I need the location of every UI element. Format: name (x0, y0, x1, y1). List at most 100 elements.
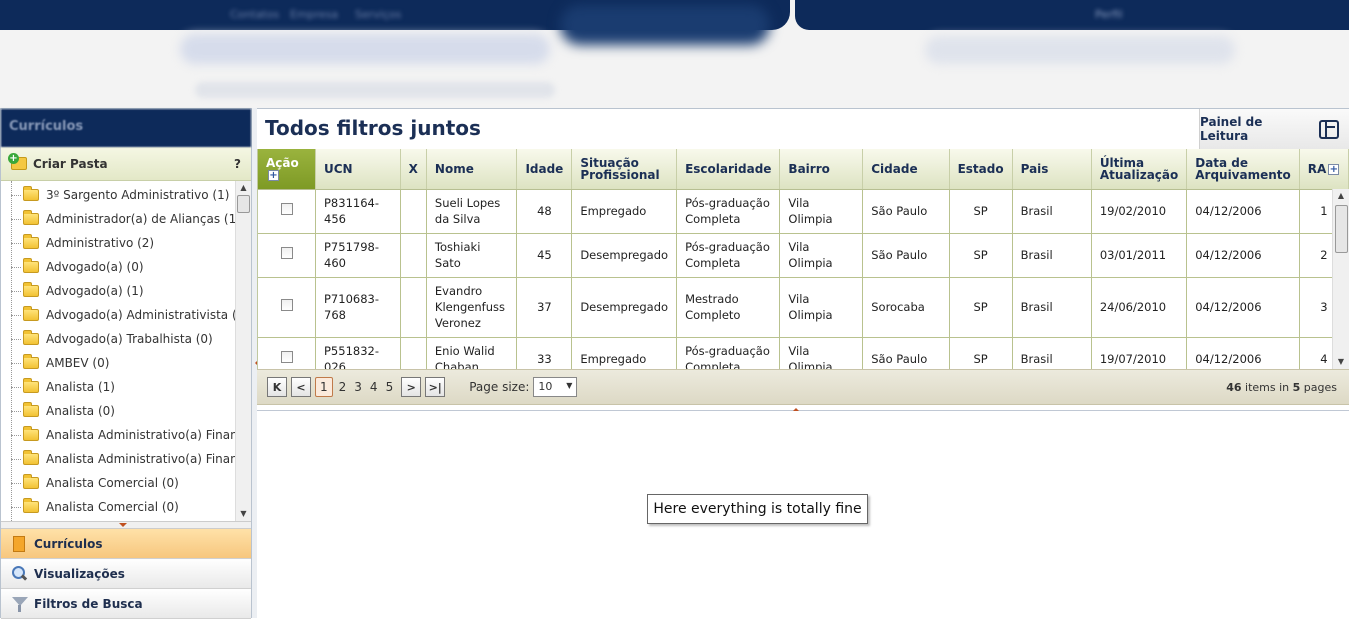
folder-item[interactable]: Analista Comercial (0) (1, 495, 251, 519)
help-icon[interactable]: ? (234, 157, 241, 171)
cell-ucn: P551832-026 (315, 337, 401, 369)
folder-icon (23, 450, 39, 465)
cell-arquivamento: 04/12/2006 (1186, 233, 1300, 278)
col-nome[interactable]: Nome (426, 149, 518, 190)
col-estado[interactable]: Estado (949, 149, 1013, 190)
last-page-icon[interactable]: >| (425, 377, 446, 397)
reading-panel-button[interactable]: Painel de Leitura (1199, 109, 1349, 149)
cell-ultima: 24/06/2010 (1091, 277, 1188, 338)
cell-estado: SP (949, 337, 1013, 369)
pager-info: 46 items in 5 pages (1226, 381, 1337, 394)
logo[interactable] (560, 5, 770, 45)
row-checkbox[interactable] (280, 203, 293, 215)
row-checkbox[interactable] (280, 351, 293, 363)
results-table: Ação+ UCN X Nome Idade Situação Profissi… (258, 149, 1349, 369)
prev-page-icon[interactable]: < (291, 377, 311, 397)
secondary-menu[interactable] (925, 36, 1235, 64)
page-link[interactable]: 5 (386, 380, 394, 394)
folder-item[interactable]: Advogado(a) (1) (1, 279, 251, 303)
page-title: Todos filtros juntos (265, 116, 481, 140)
col-pais[interactable]: Pais (1012, 149, 1092, 190)
accordion-visualizacoes[interactable]: Visualizações (1, 559, 251, 589)
folder-label: Analista Comercial (0) (46, 500, 179, 514)
folder-item[interactable]: Analista (1) (1, 375, 251, 399)
page-link[interactable]: 4 (370, 380, 378, 394)
scroll-up-icon[interactable]: ▲ (236, 181, 251, 195)
col-ra[interactable]: RA + (1299, 149, 1349, 190)
reading-pane-splitter[interactable] (257, 405, 1349, 411)
folder-item[interactable]: Analista (0) (1, 399, 251, 423)
folder-item[interactable]: Advogado(a) Trabalhista (0) (1, 327, 251, 351)
cell-ucn: P751798-460 (315, 233, 401, 278)
table-row[interactable]: P551832-026 Enio Walid Chaban 33 Emprega… (258, 337, 1349, 369)
accordion-curriculos[interactable]: Currículos (1, 529, 251, 559)
cell-idade: 48 (516, 189, 573, 234)
sidebar-title: Currículos (1, 109, 251, 147)
col-idade[interactable]: Idade (516, 149, 573, 190)
page-link-current[interactable]: 1 (315, 377, 333, 397)
page-size-select[interactable]: 10 (533, 377, 578, 397)
folder-item[interactable]: AMBEV (0) (1, 351, 251, 375)
add-column-icon[interactable]: + (1328, 163, 1340, 175)
page-link[interactable]: 3 (354, 380, 362, 394)
accordion-filtros[interactable]: Filtros de Busca (1, 589, 251, 619)
folder-icon (23, 474, 39, 489)
cell-arquivamento: 04/12/2006 (1186, 337, 1300, 369)
scroll-down-icon[interactable]: ▼ (236, 507, 251, 521)
folder-item[interactable]: Analista Comercial (0) (1, 471, 251, 495)
folder-item[interactable]: Advogado(a) Administrativista (0) (1, 303, 251, 327)
folder-scrollbar[interactable]: ▲ ▼ (235, 181, 251, 521)
table-row[interactable]: P710683-768 Evandro Klengenfuss Veronez … (258, 277, 1349, 338)
create-folder-label: Criar Pasta (33, 156, 108, 171)
scroll-thumb[interactable] (237, 195, 250, 213)
row-checkbox[interactable] (280, 247, 293, 259)
col-acao-label: Ação (266, 155, 299, 170)
folder-label: Advogado(a) (0) (46, 260, 144, 274)
cell-arquivamento: 04/12/2006 (1186, 277, 1300, 338)
top-header: Contatos Empresa Serviços Perfil (0, 0, 1349, 108)
row-checkbox[interactable] (280, 299, 293, 311)
add-column-icon[interactable]: + (268, 169, 279, 181)
col-ucn[interactable]: UCN (315, 149, 401, 190)
col-acao[interactable]: Ação+ (258, 149, 316, 190)
top-link[interactable]: Contatos (230, 8, 279, 21)
cell-escolaridade: Pós-graduação Completa (676, 189, 781, 234)
cell-x (400, 189, 427, 234)
col-cidade[interactable]: Cidade (862, 149, 950, 190)
user-menu[interactable]: Perfil (1095, 8, 1123, 21)
total-items: 46 (1226, 380, 1242, 394)
folder-item[interactable]: Administrativo (2) (1, 231, 251, 255)
scroll-up-icon[interactable]: ▲ (1333, 189, 1349, 203)
col-x[interactable]: X (400, 149, 427, 190)
sidebar-splitter[interactable] (1, 521, 251, 529)
folder-item[interactable]: Analista Administrativo(a) Financeir (1, 423, 251, 447)
accordion-label: Visualizações (34, 566, 125, 581)
first-page-icon[interactable]: K (267, 377, 287, 397)
col-bairro[interactable]: Bairro (779, 149, 864, 190)
grid-scrollbar[interactable]: ▲ ▼ (1332, 189, 1349, 369)
cell-escolaridade: Mestrado Completo (676, 277, 781, 338)
main-menu[interactable] (180, 34, 550, 64)
col-data-arquivamento[interactable]: Data de Arquivamento (1186, 149, 1300, 190)
accordion-label: Filtros de Busca (34, 596, 143, 611)
page-link[interactable]: 2 (339, 380, 347, 394)
top-link[interactable]: Serviços (355, 8, 401, 21)
folder-item[interactable]: Analista Administrativo(a) Financeir (1, 447, 251, 471)
next-page-icon[interactable]: > (401, 377, 422, 397)
col-ra-label: RA (1307, 161, 1327, 176)
col-ultima-atualizacao[interactable]: Última Atualização (1091, 149, 1188, 190)
col-situacao[interactable]: Situação Profissional (571, 149, 678, 190)
folder-item[interactable]: Advogado(a) (0) (1, 255, 251, 279)
cell-escolaridade: Pós-graduação Completa (676, 337, 781, 369)
create-folder-button[interactable]: Criar Pasta ? (1, 147, 251, 181)
col-escolaridade[interactable]: Escolaridade (676, 149, 781, 190)
folder-label: Advogado(a) (1) (46, 284, 144, 298)
scroll-thumb[interactable] (1335, 205, 1348, 253)
scroll-down-icon[interactable]: ▼ (1333, 355, 1349, 369)
folder-item[interactable]: Administrador(a) de Alianças (1) (1, 207, 251, 231)
table-row[interactable]: P751798-460 Toshiaki Sato 45 Desempregad… (258, 233, 1349, 278)
top-link[interactable]: Empresa (290, 8, 338, 21)
table-row[interactable]: P831164-456 Sueli Lopes da Silva 48 Empr… (258, 189, 1349, 234)
folder-label: Analista Administrativo(a) Financeir (46, 452, 251, 466)
folder-item[interactable]: 3º Sargento Administrativo (1) (1, 183, 251, 207)
